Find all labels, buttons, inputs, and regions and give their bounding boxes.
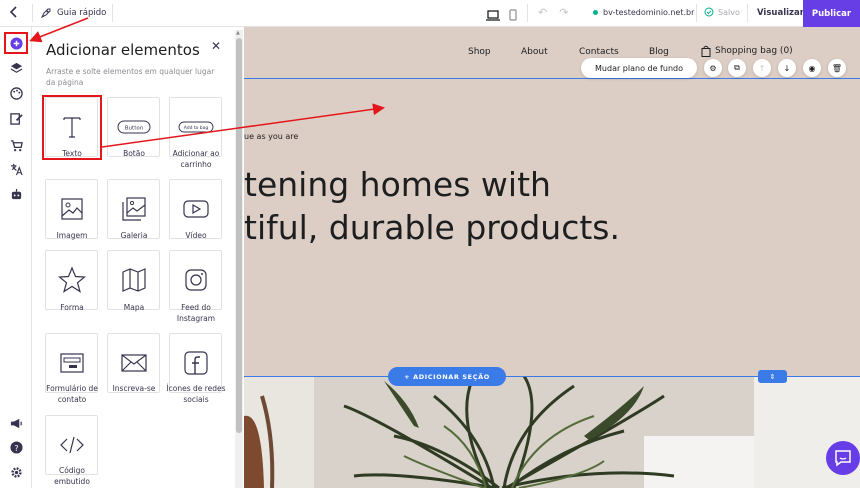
quick-guide-button[interactable]: Guia rápido — [40, 7, 106, 19]
chat-support-button[interactable] — [826, 441, 860, 475]
layers-icon[interactable] — [8, 60, 24, 76]
panel-title: Adicionar elementos — [46, 41, 200, 59]
scrollbar-thumb[interactable] — [236, 38, 242, 433]
facebook-icon — [183, 351, 208, 375]
button-preview-text: Button — [124, 126, 143, 132]
saved-label: Salvo — [718, 7, 740, 17]
megaphone-icon[interactable] — [8, 415, 24, 431]
preview-button[interactable]: Visualizar — [757, 8, 804, 18]
element-label: Código embutido — [54, 466, 90, 486]
divider — [32, 4, 33, 22]
redo-icon[interactable]: ↷ — [559, 6, 568, 19]
delete-trash-icon[interactable]: 🗑 — [828, 59, 846, 77]
element-label: Inscreva-se — [112, 384, 156, 393]
envelope-icon — [120, 354, 147, 372]
edit-page-icon[interactable] — [8, 110, 24, 126]
selection-outline — [244, 78, 860, 79]
element-label: Feed do Instagram — [176, 303, 216, 323]
saved-status: Salvo — [704, 7, 740, 17]
add-section-button[interactable]: + ADICIONAR SEÇÃO — [388, 367, 506, 386]
video-icon — [182, 200, 209, 218]
hero-line: tiful, durable products. — [244, 208, 620, 247]
divider — [696, 4, 697, 22]
publish-button[interactable]: Publicar — [803, 0, 860, 27]
history-controls: ↶ ↷ — [538, 6, 568, 19]
undo-icon[interactable]: ↶ — [538, 6, 547, 19]
hero-heading[interactable]: tening homes with tiful, durable product… — [244, 163, 620, 249]
check-circle-icon — [704, 7, 714, 17]
nav-link-contacts[interactable]: Contacts — [579, 47, 619, 57]
hero-kicker[interactable]: ue as you are — [244, 132, 298, 141]
translate-icon[interactable] — [8, 161, 24, 177]
element-label: Ícones de redes sociais — [166, 384, 226, 404]
element-label: Formulário de contato — [46, 384, 98, 404]
nav-link-blog[interactable]: Blog — [649, 47, 669, 57]
add-to-bag-icon: Add to bag — [178, 121, 213, 133]
panel-subtitle: Arraste e solte elementos em qualquer lu… — [46, 67, 215, 87]
svg-text:?: ? — [14, 442, 18, 452]
cart-icon[interactable] — [8, 137, 24, 153]
element-label: Botão — [123, 149, 145, 158]
gallery-icon — [121, 197, 146, 221]
section-drag-handle-icon[interactable]: ⇕ — [758, 370, 787, 383]
element-tile-map[interactable] — [107, 250, 160, 310]
image-icon — [60, 198, 83, 220]
nav-link-shop[interactable]: Shop — [468, 47, 491, 57]
element-label: Forma — [60, 303, 84, 312]
rocket-icon — [40, 8, 51, 19]
move-down-icon[interactable]: ↓ — [778, 59, 796, 77]
desktop-icon[interactable] — [486, 6, 500, 25]
element-tile-instagram[interactable] — [169, 250, 222, 310]
element-label: Imagem — [56, 231, 88, 240]
shopping-bag-link[interactable]: Shopping bag (0) — [701, 45, 793, 57]
status-dot-icon — [593, 10, 598, 15]
device-switcher — [486, 6, 517, 25]
shopping-bag-label: Shopping bag (0) — [715, 46, 793, 56]
mobile-icon[interactable] — [509, 6, 517, 25]
help-icon[interactable]: ? — [8, 439, 24, 455]
palette-icon[interactable] — [8, 85, 24, 101]
close-icon[interactable]: ✕ — [211, 39, 221, 53]
button-icon: Button — [117, 120, 150, 134]
ai-robot-icon[interactable] — [8, 186, 24, 202]
section-settings-icon[interactable]: ⚙ — [704, 59, 722, 77]
divider — [747, 4, 748, 22]
visibility-eye-icon[interactable]: ◉ — [803, 59, 821, 77]
sidebar-rail: ? — [0, 27, 32, 488]
site-canvas[interactable]: Shop About Contacts Blog Shopping bag (0… — [244, 27, 860, 488]
add-element-icon[interactable] — [8, 35, 24, 51]
element-tile-shape[interactable] — [45, 250, 98, 310]
back-icon[interactable] — [9, 5, 23, 21]
duplicate-icon[interactable]: ⧉ — [728, 59, 746, 77]
divider — [527, 4, 528, 22]
hero-line: tening homes with — [244, 165, 551, 204]
plant-image — [244, 376, 860, 488]
map-icon — [121, 268, 146, 292]
annotation-highlight — [42, 95, 102, 160]
hero-photo[interactable] — [244, 376, 860, 488]
bag-icon — [701, 45, 711, 57]
code-icon — [59, 436, 84, 454]
element-label: Mapa — [123, 303, 145, 312]
divider — [112, 4, 113, 22]
settings-gear-icon[interactable] — [8, 464, 24, 480]
scroll-up-icon[interactable]: ▲ — [236, 30, 240, 36]
move-up-icon[interactable]: ↑ — [753, 59, 771, 77]
domain-status[interactable]: bv-testedominio.net.br — [593, 8, 694, 17]
add-to-bag-preview-text: Add to bag — [183, 125, 208, 131]
chat-icon — [835, 450, 851, 467]
star-shape-icon — [57, 266, 86, 293]
domain-label: bv-testedominio.net.br — [603, 8, 695, 17]
nav-link-about[interactable]: About — [521, 47, 548, 57]
top-bar: Guia rápido ↶ ↷ bv-testedominio.net.br S… — [0, 0, 860, 27]
change-background-button[interactable]: Mudar plano de fundo — [581, 58, 697, 78]
element-label: Galeria — [120, 231, 148, 240]
quick-guide-label: Guia rápido — [57, 8, 107, 18]
element-label: Vídeo — [185, 231, 207, 240]
form-icon — [59, 353, 84, 373]
instagram-icon — [184, 269, 207, 291]
element-label: Adicionar ao carrinho — [172, 149, 220, 169]
